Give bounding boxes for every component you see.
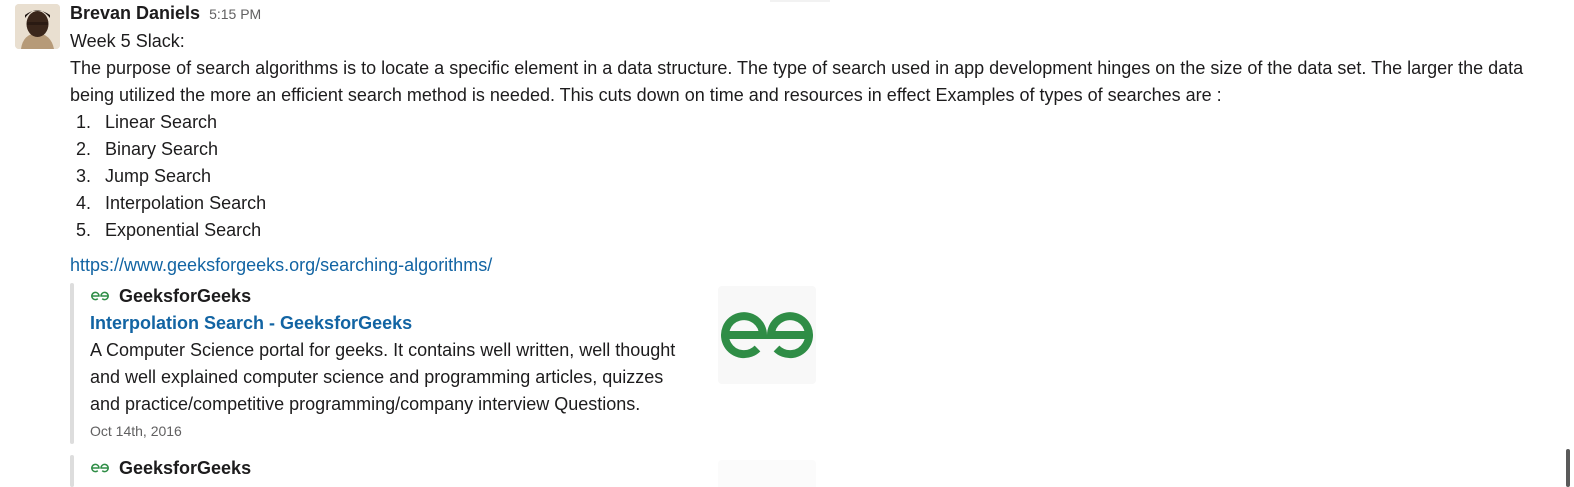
geeksforgeeks-favicon-icon — [91, 291, 109, 301]
preview-date: Oct 14th, 2016 — [90, 423, 182, 439]
list-item: 5. Exponential Search — [70, 217, 1560, 244]
preview-service-name: GeeksforGeeks — [119, 457, 252, 478]
message: Brevan Daniels 5:15 PM Week 5 Slack: The… — [0, 0, 1574, 487]
list-item: 2. Binary Search — [70, 136, 1560, 163]
geeksforgeeks-logo-icon — [721, 312, 813, 359]
message-body: Week 5 Slack: The purpose of search algo… — [70, 28, 1560, 109]
list-number: 5. — [76, 220, 92, 240]
list-item-text: Jump Search — [105, 166, 212, 186]
geeksforgeeks-favicon-icon — [91, 463, 109, 473]
list-item: 4. Interpolation Search — [70, 190, 1560, 217]
preview-description: A Computer Science portal for geeks. It … — [90, 337, 710, 418]
attachment-bar — [70, 455, 74, 487]
preview-service: GeeksforGeeks — [90, 283, 710, 309]
scrollbar[interactable] — [1566, 449, 1570, 487]
message-link[interactable]: https://www.geeksforgeeks.org/searching-… — [70, 254, 1560, 276]
message-header: Brevan Daniels 5:15 PM — [70, 0, 1560, 28]
preview-description-line: A Computer Science portal for geeks. It … — [90, 340, 676, 360]
list-number: 2. — [76, 139, 92, 159]
list-number: 4. — [76, 193, 92, 213]
preview-service: GeeksforGeeks — [90, 455, 710, 481]
list-item-text: Linear Search — [105, 112, 218, 132]
list-item-text: Exponential Search — [105, 220, 262, 240]
message-timestamp[interactable]: 5:15 PM — [209, 6, 261, 22]
link-preview: GeeksforGeeks — [70, 455, 830, 487]
link-preview: GeeksforGeeks Interpolation Search - Gee… — [70, 283, 830, 444]
link-preview-body: GeeksforGeeks — [90, 455, 710, 481]
preview-title-link[interactable]: Interpolation Search - GeeksforGeeks — [90, 309, 710, 337]
user-avatar-icon — [15, 4, 60, 49]
list-item-text: Binary Search — [105, 139, 219, 159]
message-content: Brevan Daniels 5:15 PM Week 5 Slack: The… — [70, 0, 1560, 487]
preview-thumbnail[interactable] — [718, 286, 816, 384]
list-number: 1. — [76, 112, 92, 132]
preview-description-line: and practice/competitive programming/com… — [90, 394, 641, 414]
attachment-bar — [70, 283, 74, 444]
list-item: 3. Jump Search — [70, 163, 1560, 190]
preview-thumbnail[interactable] — [718, 460, 816, 487]
message-line: being utilized the more an efficient sea… — [70, 85, 1222, 105]
list-number: 3. — [76, 166, 92, 186]
preview-description-line: and well explained computer science and … — [90, 367, 664, 387]
preview-service-name: GeeksforGeeks — [119, 285, 252, 306]
avatar[interactable] — [15, 4, 60, 49]
search-types-list: 1. Linear Search 2. Binary Search 3. Jum… — [70, 109, 1560, 244]
link-preview-body: GeeksforGeeks Interpolation Search - Gee… — [90, 283, 710, 444]
list-item-text: Interpolation Search — [105, 193, 267, 213]
list-item: 1. Linear Search — [70, 109, 1560, 136]
sender-name[interactable]: Brevan Daniels — [70, 3, 200, 24]
message-line: Week 5 Slack: — [70, 31, 185, 51]
message-line: The purpose of search algorithms is to l… — [70, 58, 1524, 78]
